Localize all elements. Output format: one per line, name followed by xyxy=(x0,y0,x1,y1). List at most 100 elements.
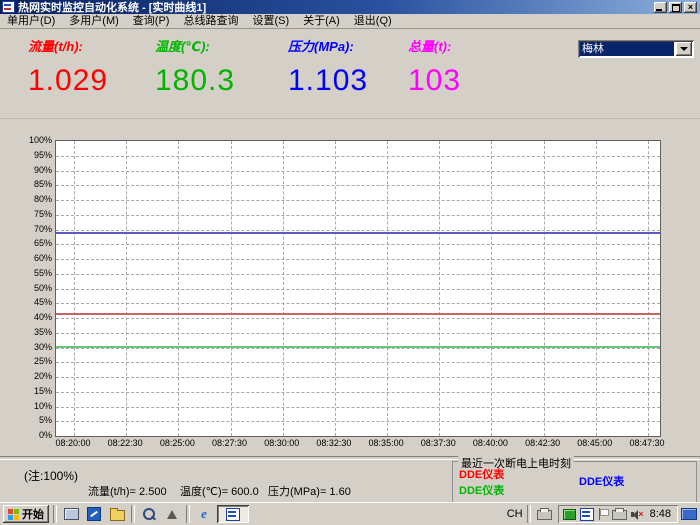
series-line-温度(℃) xyxy=(56,346,660,348)
horizontal-gridline xyxy=(56,362,660,363)
x-tick-label: 08:37:30 xyxy=(413,438,463,448)
menu-query[interactable]: 查询(P) xyxy=(126,14,177,28)
station-selected-value[interactable]: 梅林 xyxy=(580,42,674,56)
pressure-value: 1.103 xyxy=(288,64,368,98)
minimize-button[interactable] xyxy=(654,2,667,13)
restore-icon xyxy=(672,4,680,12)
quicklaunch-folder[interactable] xyxy=(107,505,127,523)
flag-icon[interactable] xyxy=(598,508,608,520)
folder-icon xyxy=(110,510,125,521)
power-event-groupbox: 最近一次断电上电时刻 DDE仪表 DDE仪表 DDE仪表 xyxy=(452,461,697,505)
vertical-gridline xyxy=(283,141,284,436)
quicklaunch-app[interactable] xyxy=(84,505,104,523)
plot-area xyxy=(55,140,661,437)
title-bar: 热网实时监控自动化系统 - [实时曲线1] × xyxy=(0,0,700,14)
quicklaunch-computer[interactable] xyxy=(61,505,81,523)
start-button[interactable]: 开始 xyxy=(3,505,49,523)
y-tick-label: 25% xyxy=(34,356,52,366)
active-task-button[interactable] xyxy=(217,505,249,523)
x-tick-label: 08:30:00 xyxy=(257,438,307,448)
quicklaunch-ie[interactable]: e xyxy=(194,505,214,523)
y-tick-label: 55% xyxy=(34,268,52,278)
horizontal-gridline xyxy=(56,303,660,304)
y-tick-label: 20% xyxy=(34,371,52,381)
vertical-gridline xyxy=(491,141,492,436)
taskbar-separator xyxy=(131,505,135,523)
horizontal-gridline xyxy=(56,377,660,378)
y-tick-label: 60% xyxy=(34,253,52,263)
printer-tray-icon[interactable] xyxy=(612,510,627,520)
menu-settings[interactable]: 设置(S) xyxy=(245,14,296,28)
horizontal-gridline xyxy=(56,274,660,275)
taskbar-separator xyxy=(527,505,531,523)
total-value: 103 xyxy=(408,64,461,98)
vertical-gridline xyxy=(126,141,127,436)
vertical-gridline xyxy=(387,141,388,436)
y-tick-label: 75% xyxy=(34,209,52,219)
x-axis-labels: 08:20:0008:22:3008:25:0008:27:3008:30:00… xyxy=(0,438,700,450)
app-tray-icon[interactable] xyxy=(580,508,594,521)
x-tick-label: 08:40:00 xyxy=(465,438,515,448)
search-icon xyxy=(143,508,155,520)
desktop: 热网实时监控自动化系统 - [实时曲线1] × 单用户(D) 多用户(M) 查询… xyxy=(0,0,700,525)
taskbar-separator xyxy=(53,505,57,523)
horizontal-gridline xyxy=(56,230,660,231)
quicklaunch-search[interactable] xyxy=(139,505,159,523)
horizontal-gridline xyxy=(56,171,660,172)
y-tick-label: 40% xyxy=(34,312,52,322)
start-label: 开始 xyxy=(22,506,44,522)
show-desktop-icon[interactable] xyxy=(681,508,697,520)
y-tick-label: 10% xyxy=(34,401,52,411)
tray-printer[interactable] xyxy=(535,505,555,523)
y-tick-label: 100% xyxy=(29,135,52,145)
pressure-scale-text: 压力(MPa)= 1.60 xyxy=(268,483,351,499)
horizontal-gridline xyxy=(56,200,660,201)
language-indicator[interactable]: CH xyxy=(507,508,523,520)
menu-busline-query[interactable]: 总线路查询 xyxy=(176,14,245,28)
horizontal-gridline xyxy=(56,333,660,334)
ie-icon: e xyxy=(201,506,207,522)
y-tick-label: 5% xyxy=(39,415,52,425)
y-tick-label: 85% xyxy=(34,179,52,189)
x-tick-label: 08:22:30 xyxy=(100,438,150,448)
menu-about[interactable]: 关于(A) xyxy=(296,14,347,28)
muted-speaker-icon[interactable]: × xyxy=(631,509,644,520)
readout-temperature: 温度(℃): 180.3 xyxy=(155,36,235,98)
vertical-gridline xyxy=(178,141,179,436)
total-label: 总量(t): xyxy=(408,36,461,55)
clock: 8:48 xyxy=(648,508,673,520)
y-tick-label: 90% xyxy=(34,165,52,175)
y-tick-label: 50% xyxy=(34,283,52,293)
dde-meter-blue: DDE仪表 xyxy=(579,473,624,489)
menu-multi-user[interactable]: 多用户(M) xyxy=(62,14,126,28)
vertical-gridline xyxy=(544,141,545,436)
close-button[interactable]: × xyxy=(684,2,697,13)
y-tick-label: 65% xyxy=(34,238,52,248)
quicklaunch-send[interactable] xyxy=(162,505,182,523)
menu-exit[interactable]: 退出(Q) xyxy=(347,14,399,28)
horizontal-gridline xyxy=(56,289,660,290)
series-line-压力(MPa) xyxy=(56,232,660,234)
pressure-label: 压力(MPa): xyxy=(288,36,368,55)
horizontal-gridline xyxy=(56,244,660,245)
station-combobox[interactable]: 梅林 xyxy=(578,40,694,58)
computer-icon xyxy=(64,508,79,520)
green-status-icon[interactable] xyxy=(563,509,576,520)
vertical-gridline xyxy=(335,141,336,436)
combobox-dropdown-button[interactable] xyxy=(676,42,692,56)
menu-bar: 单用户(D) 多用户(M) 查询(P) 总线路查询 设置(S) 关于(A) 退出… xyxy=(0,14,700,29)
x-tick-label: 08:32:30 xyxy=(309,438,359,448)
taskbar: 开始 e CH × 8:48 xyxy=(0,502,700,525)
horizontal-gridline xyxy=(56,215,660,216)
horizontal-gridline xyxy=(56,421,660,422)
app-icon xyxy=(2,1,15,13)
scale-note: (注:100%) xyxy=(24,467,78,484)
restore-button[interactable] xyxy=(669,2,682,13)
arrow-icon xyxy=(167,510,177,519)
x-tick-label: 08:20:00 xyxy=(48,438,98,448)
panel-divider-bottom xyxy=(0,456,700,460)
y-tick-label: 45% xyxy=(34,297,52,307)
windows-logo-icon xyxy=(8,509,19,520)
vertical-gridline xyxy=(596,141,597,436)
y-tick-label: 80% xyxy=(34,194,52,204)
